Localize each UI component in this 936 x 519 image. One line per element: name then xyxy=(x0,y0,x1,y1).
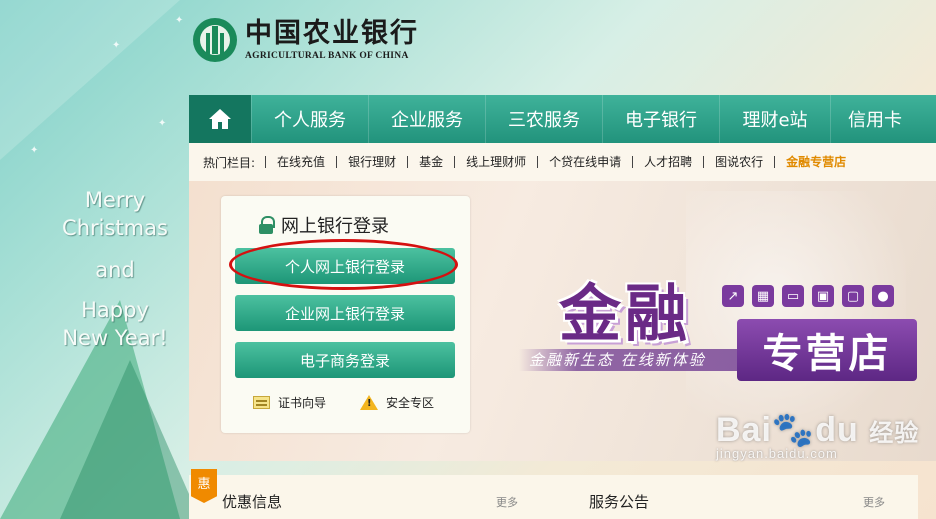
nav-item-ebanking[interactable]: 电子银行 xyxy=(602,95,719,143)
info-section: 惠 优惠信息 更多 服务公告 更多 xyxy=(189,469,918,519)
certificate-icon xyxy=(253,396,270,409)
online-banking-login-panel: 网上银行登录 个人网上银行登录 企业网上银行登录 电子商务登录 证书向导 ! 安… xyxy=(221,196,470,433)
user-icon: ● xyxy=(872,285,894,307)
nav-item-personal[interactable]: 个人服务 xyxy=(251,95,368,143)
nav-item-wealth[interactable]: 理财e站 xyxy=(719,95,830,143)
logo-english-name: AGRICULTURAL BANK OF CHINA xyxy=(245,51,409,61)
greeting-line: Merry xyxy=(84,188,146,212)
main-nav: 个人服务 企业服务 三农服务 电子银行 理财e站 信用卡 xyxy=(189,95,936,143)
home-icon xyxy=(209,109,231,129)
background-decoration xyxy=(0,0,180,160)
paw-icon: 🐾 xyxy=(771,411,816,449)
nav-label: 理财e站 xyxy=(742,110,808,131)
red-highlight-annotation xyxy=(229,239,458,290)
greeting-line: New Year! xyxy=(62,326,168,350)
nav-label: 电子银行 xyxy=(625,110,697,131)
warning-icon: ! xyxy=(360,395,379,410)
snowflake-icon: ✦ xyxy=(175,15,184,26)
ecommerce-login-button[interactable]: 电子商务登录 xyxy=(235,342,455,378)
snowflake-icon: ✦ xyxy=(30,145,39,156)
nav-item-corporate[interactable]: 企业服务 xyxy=(368,95,485,143)
greeting-line: and xyxy=(95,258,135,282)
pos-icon: ▣ xyxy=(812,285,834,307)
logo-chinese-name: 中国农业银行 xyxy=(245,18,419,49)
certificate-guide-link[interactable]: 证书向导 xyxy=(253,394,326,411)
section-title-announcements: 服务公告 xyxy=(589,493,650,511)
hot-link-careers[interactable]: 人才招聘 xyxy=(632,156,703,168)
holiday-greeting: Merry Christmas and Happy New Year! xyxy=(50,186,180,352)
hot-link-loan[interactable]: 个贷在线申请 xyxy=(537,156,632,168)
snowflake-icon: ✦ xyxy=(158,118,167,129)
greeting-line: Christmas xyxy=(62,216,168,240)
certificate-guide-label: 证书向导 xyxy=(278,396,327,410)
hot-links-label: 热门栏目: xyxy=(203,155,256,170)
nav-item-rural[interactable]: 三农服务 xyxy=(485,95,602,143)
security-zone-label: 安全专区 xyxy=(386,396,435,410)
nav-label: 个人服务 xyxy=(274,110,346,131)
corporate-ebanking-login-button[interactable]: 企业网上银行登录 xyxy=(235,295,455,331)
login-title: 网上银行登录 xyxy=(259,212,389,238)
banner-subheadline: 专营店 xyxy=(737,319,917,381)
card-icon: ▭ xyxy=(782,285,804,307)
hot-link-finance-store[interactable]: 金融专营店 xyxy=(774,156,857,168)
nav-home-button[interactable] xyxy=(189,95,251,143)
watermark-cn: 经验 xyxy=(869,420,920,447)
abc-emblem-icon xyxy=(193,18,237,62)
hot-links-bar: 热门栏目: 在线充值 银行理财 基金 线上理财师 个贷在线申请 人才招聘 图说农… xyxy=(189,143,936,181)
nav-label: 三农服务 xyxy=(508,110,580,131)
lock-icon xyxy=(259,216,275,234)
banner-slogan: 金融新生态 在线新体验 xyxy=(519,349,749,371)
chat-icon: ▢ xyxy=(842,285,864,307)
baidu-jingyan-watermark: Bai🐾du 经验 jingyan.baidu.com xyxy=(716,410,919,461)
christmas-tree-decoration-small xyxy=(60,360,200,519)
nav-label: 企业服务 xyxy=(391,110,463,131)
chart-icon: ↗ xyxy=(722,285,744,307)
hot-link-recharge[interactable]: 在线充值 xyxy=(265,156,336,168)
snowflake-icon: ✦ xyxy=(112,40,121,51)
hot-link-wealth-mgmt[interactable]: 银行理财 xyxy=(336,156,407,168)
greeting-line: Happy xyxy=(81,298,149,322)
banner-headline: 金融 xyxy=(559,277,692,350)
watermark-text: du xyxy=(815,411,859,449)
watermark-logo: Bai🐾du 经验 xyxy=(716,410,919,450)
login-title-text: 网上银行登录 xyxy=(281,216,389,237)
hot-link-advisor[interactable]: 线上理财师 xyxy=(454,156,537,168)
security-zone-link[interactable]: ! 安全专区 xyxy=(360,394,434,411)
cart-icon: ▦ xyxy=(752,285,774,307)
nav-item-credit-card[interactable]: 信用卡 xyxy=(830,95,919,143)
more-announcements-link[interactable]: 更多 xyxy=(863,494,885,510)
bank-logo[interactable]: 中国农业银行 AGRICULTURAL BANK OF CHINA xyxy=(193,18,419,62)
more-promotions-link[interactable]: 更多 xyxy=(496,494,518,510)
section-title-promotions: 优惠信息 xyxy=(222,493,283,511)
hot-link-fund[interactable]: 基金 xyxy=(407,156,454,168)
discount-badge-icon: 惠 xyxy=(191,469,217,503)
watermark-text: Bai xyxy=(716,411,772,449)
banner-icon-row: ↗ ▦ ▭ ▣ ▢ ● xyxy=(722,285,894,307)
nav-label: 信用卡 xyxy=(848,110,902,131)
hot-link-illustrated[interactable]: 图说农行 xyxy=(703,156,774,168)
